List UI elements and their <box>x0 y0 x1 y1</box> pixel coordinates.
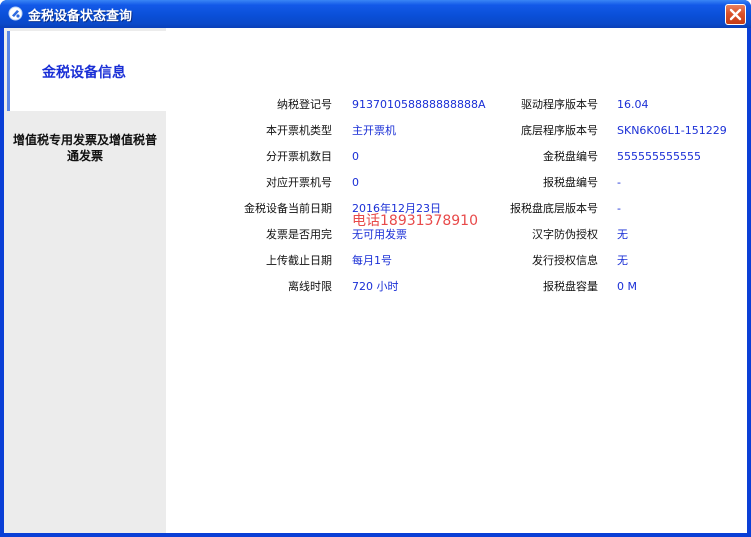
sub-machine-count-label: 分开票机数目 <box>266 150 332 163</box>
sidebar-item-label: 金税设备信息 <box>42 65 126 81</box>
machine-type-label: 本开票机类型 <box>266 124 332 137</box>
app-icon <box>8 6 23 21</box>
report-disk-capacity-value: 0 M <box>617 280 637 293</box>
client-area: 金税设备信息 增值税专用发票及增值税普通发票 纳税登记号 91370105888… <box>4 28 747 533</box>
machine-type-value: 主开票机 <box>352 124 396 137</box>
device-date-label: 金税设备当前日期 <box>244 202 332 215</box>
tax-disk-no-label: 金税盘编号 <box>543 150 598 163</box>
offline-limit-label: 离线时限 <box>288 280 332 293</box>
report-disk-capacity-label: 报税盘容量 <box>543 280 598 293</box>
offline-limit-value: 720 小时 <box>352 280 399 293</box>
issue-auth-label: 发行授权信息 <box>532 254 598 267</box>
phone-watermark: 电话18931378910 <box>352 213 478 229</box>
anti-forgery-auth-value: 无 <box>617 228 628 241</box>
report-disk-no-label: 报税盘编号 <box>543 176 598 189</box>
sidebar-item-vat-invoice[interactable]: 增值税专用发票及增值税普通发票 <box>10 132 160 164</box>
driver-version-value: 16.04 <box>617 98 649 111</box>
sidebar-item-device-info[interactable]: 金税设备信息 <box>7 31 166 111</box>
firmware-version-label: 底层程序版本号 <box>521 124 598 137</box>
tax-disk-no-value: 555555555555 <box>617 150 701 163</box>
driver-version-label: 驱动程序版本号 <box>521 98 598 111</box>
tax-reg-no-value: 913701058888888888A <box>352 98 486 111</box>
invoice-used-up-label: 发票是否用完 <box>266 228 332 241</box>
sub-machine-count-value: 0 <box>352 150 359 163</box>
firmware-version-value: SKN6K06L1-151229 <box>617 124 727 137</box>
machine-no-label: 对应开票机号 <box>266 176 332 189</box>
tax-reg-no-label: 纳税登记号 <box>277 98 332 111</box>
sidebar: 金税设备信息 增值税专用发票及增值税普通发票 <box>4 28 166 533</box>
close-button[interactable] <box>725 4 746 25</box>
app-window: 金税设备状态查询 金税设备信息 增值税专用发票及增值税普通发票 纳税登记号 91… <box>0 0 751 537</box>
info-panel <box>166 111 747 533</box>
anti-forgery-auth-label: 汉字防伪授权 <box>532 228 598 241</box>
issue-auth-value: 无 <box>617 254 628 267</box>
report-disk-version-label: 报税盘底层版本号 <box>510 202 598 215</box>
machine-no-value: 0 <box>352 176 359 189</box>
title-bar[interactable]: 金税设备状态查询 <box>0 0 751 28</box>
invoice-used-up-value: 无可用发票 <box>352 228 407 241</box>
window-title: 金税设备状态查询 <box>28 9 133 24</box>
report-disk-no-value: - <box>617 176 621 189</box>
close-icon <box>729 8 742 21</box>
upload-deadline-label: 上传截止日期 <box>266 254 332 267</box>
upload-deadline-value: 每月1号 <box>352 254 392 267</box>
report-disk-version-value: - <box>617 202 621 215</box>
